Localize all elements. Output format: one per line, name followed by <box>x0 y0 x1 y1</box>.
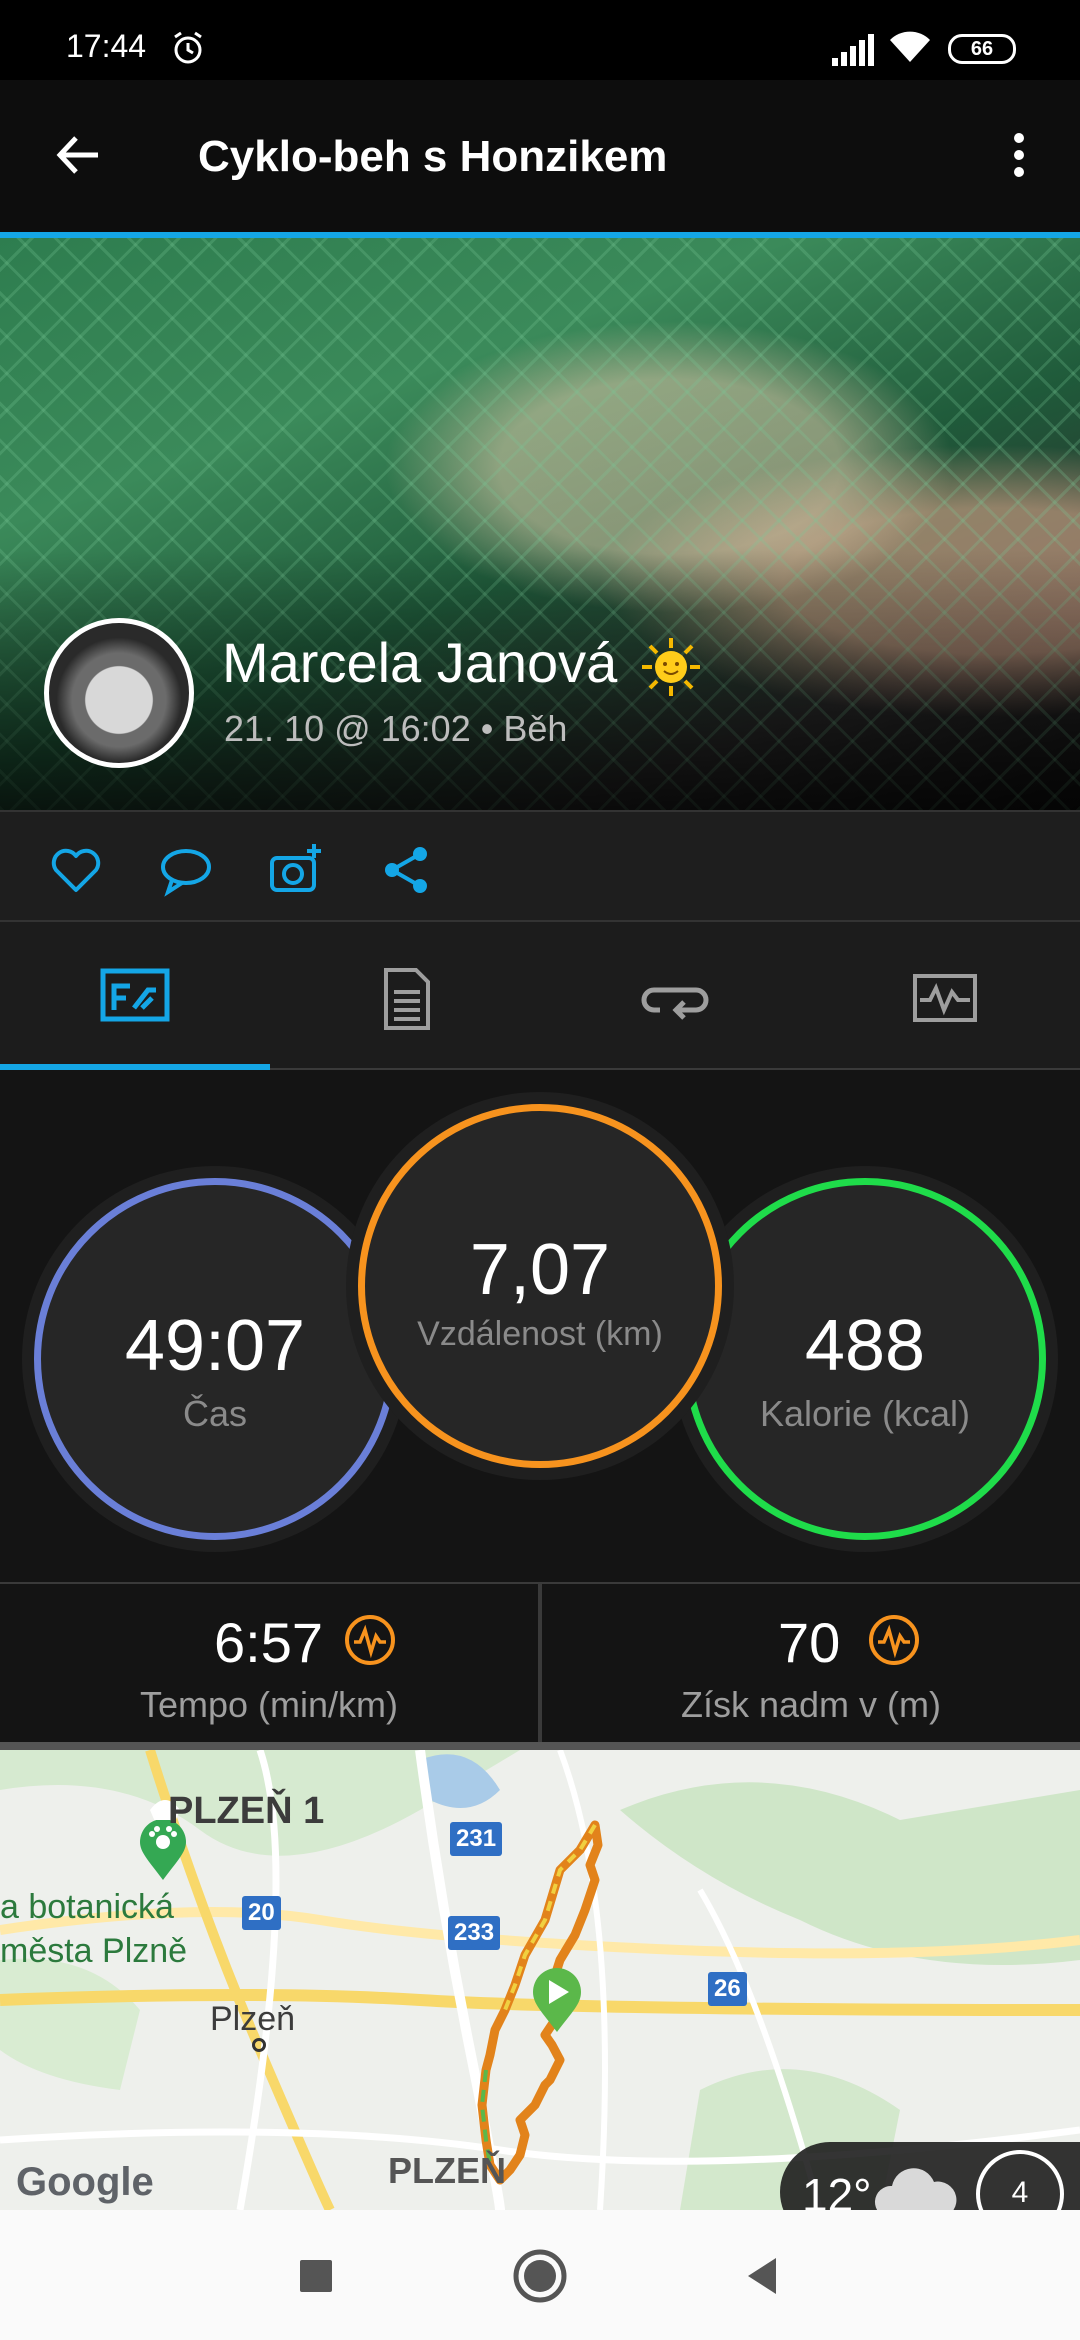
system-nav-bar <box>0 2210 1080 2340</box>
action-bar <box>0 810 1080 922</box>
city-dot <box>252 2038 266 2052</box>
calories-ring: 488 Kalorie (kcal) <box>684 1178 1046 1540</box>
map-label-plzen1: PLZEŇ 1 <box>168 1790 325 1832</box>
elevation-activity-icon[interactable] <box>868 1614 920 1666</box>
like-icon[interactable] <box>48 842 104 898</box>
comment-icon[interactable] <box>158 842 214 898</box>
sun-emoji-icon <box>642 638 700 696</box>
distance-label: Vzdálenost (km) <box>417 1315 663 1353</box>
time-label: Čas <box>182 1393 248 1434</box>
substats-divider <box>538 1582 542 1742</box>
route-map[interactable]: PLZEŇ 1 a botanická města Plzně Plzeň PL… <box>0 1750 1080 2210</box>
road-shield-231: 231 <box>450 1822 503 1856</box>
alarm-icon <box>174 31 202 64</box>
back-nav-icon[interactable] <box>732 2244 796 2308</box>
pace-value: 6:57 <box>214 1611 323 1674</box>
stats-icon <box>100 968 170 1022</box>
road-shield-20: 20 <box>242 1896 281 1930</box>
back-arrow-icon[interactable] <box>52 130 102 180</box>
pace-activity-icon[interactable] <box>344 1614 396 1666</box>
tab-stats[interactable] <box>0 922 270 1070</box>
elevation-stat: 70 Získ nadm v (m) <box>542 1584 1080 1744</box>
map-label-botanic-2: města Plzně <box>0 1932 188 1970</box>
elevation-value: 70 <box>778 1611 841 1674</box>
summary-rings: 49:07 Čas 488 Kalorie (kcal) 7,07 Vzdále… <box>0 1070 1080 1582</box>
google-logo: Google <box>16 2160 154 2204</box>
wind-speed: 4 <box>1011 2176 1029 2209</box>
share-icon[interactable] <box>378 842 434 898</box>
activity-meta: 21. 10 @ 16:02 • Běh <box>224 708 568 749</box>
charts-icon <box>913 974 977 1022</box>
home-icon[interactable] <box>508 2244 572 2308</box>
calories-value: 488 <box>804 1306 926 1386</box>
status-time: 17:44 <box>66 28 147 64</box>
map-label-plzen: Plzeň <box>210 2000 296 2038</box>
distance-value: 7,07 <box>469 1230 611 1310</box>
wifi-icon <box>890 31 930 62</box>
map-label-plzen-bottom: PLZEŇ <box>388 2150 507 2191</box>
map-separator <box>0 1742 1080 1750</box>
app-bar: Cyklo-beh s Honzikem <box>0 80 1080 232</box>
pace-stat: 6:57 Tempo (min/km) <box>0 1584 538 1744</box>
distance-ring: 7,07 Vzdálenost (km) <box>358 1104 722 1468</box>
more-options-icon[interactable] <box>1004 130 1034 180</box>
time-ring: 49:07 Čas <box>34 1178 396 1540</box>
status-bar: 17:44 66 <box>0 0 1080 80</box>
user-name[interactable]: Marcela Janová <box>222 630 617 695</box>
start-marker-icon[interactable] <box>530 1968 584 2034</box>
elevation-label: Získ nadm v (m) <box>680 1684 941 1725</box>
tab-charts[interactable] <box>810 922 1080 1070</box>
pace-label: Tempo (min/km) <box>139 1684 399 1725</box>
laps-icon <box>641 987 709 1020</box>
battery-indicator: 66 <box>948 34 1016 64</box>
road-shield-233: 233 <box>448 1916 501 1950</box>
tab-bar <box>0 922 1080 1070</box>
add-photo-icon[interactable] <box>268 842 324 898</box>
calories-label: Kalorie (kcal) <box>759 1393 971 1434</box>
activity-title: Cyklo-beh s Honzikem <box>198 132 668 181</box>
road-shield-26: 26 <box>708 1972 747 2006</box>
time-value: 49:07 <box>124 1306 306 1386</box>
recents-icon[interactable] <box>284 2244 348 2308</box>
map-label-botanic-1: a botanická <box>0 1888 174 1926</box>
avatar[interactable] <box>44 618 194 768</box>
tab-details[interactable] <box>270 922 540 1070</box>
details-icon <box>384 968 430 1030</box>
signal-icon <box>832 34 874 66</box>
tab-laps[interactable] <box>540 922 810 1070</box>
